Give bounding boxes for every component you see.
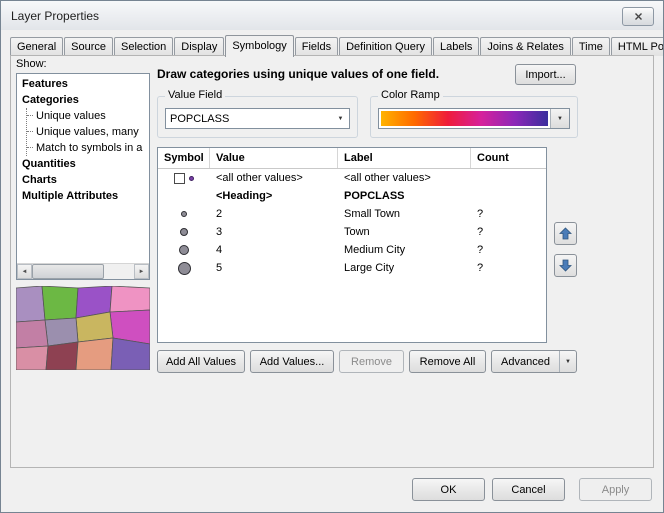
import-button[interactable]: Import... [515, 64, 576, 85]
point-symbol-icon[interactable] [178, 262, 191, 275]
point-symbol-icon[interactable] [189, 176, 194, 181]
scroll-right-icon[interactable]: ► [134, 264, 149, 279]
titlebar[interactable]: Layer Properties [1, 1, 663, 30]
table-row-3[interactable]: 3 Town ? [158, 223, 546, 241]
scroll-left-icon[interactable]: ◄ [17, 264, 32, 279]
show-item-charts[interactable]: Charts [17, 172, 149, 188]
tab-general[interactable]: General [10, 37, 63, 56]
value-field-group: Value Field POPCLASS ▼ [157, 96, 358, 138]
tab-fields[interactable]: Fields [295, 37, 338, 56]
tab-bar: General Source Selection Display Symbolo… [10, 34, 654, 56]
layer-properties-dialog: Layer Properties General Source Selectio… [0, 0, 664, 513]
dialog-footer: OK Cancel Apply [412, 478, 652, 501]
tab-time[interactable]: Time [572, 37, 610, 56]
page-title: Draw categories using unique values of o… [157, 67, 507, 81]
show-item-features[interactable]: Features [17, 76, 149, 92]
point-symbol-icon[interactable] [179, 245, 189, 255]
close-icon [634, 12, 643, 21]
chevron-down-icon[interactable]: ▼ [559, 351, 576, 372]
column-header-value[interactable]: Value [210, 148, 338, 168]
show-item-unique-values-many[interactable]: Unique values, many [27, 124, 149, 140]
show-label: Show: [16, 58, 47, 70]
categories-children: Unique values Unique values, many Match … [26, 108, 149, 156]
show-item-quantities[interactable]: Quantities [17, 156, 149, 172]
table-action-buttons: Add All Values Add Values... Remove Remo… [157, 350, 577, 373]
table-row-all-other-values[interactable]: <all other values> <all other values> [158, 169, 546, 187]
chevron-down-icon[interactable]: ▼ [332, 109, 349, 128]
tab-html-popup[interactable]: HTML Popup [611, 37, 664, 56]
table-row-5[interactable]: 5 Large City ? [158, 259, 546, 277]
close-button[interactable] [622, 7, 654, 26]
point-symbol-icon[interactable] [181, 211, 187, 217]
symbology-tab-page: Show: Features Categories Unique values … [10, 55, 654, 468]
add-values-button[interactable]: Add Values... [250, 350, 334, 373]
scrollbar-track[interactable] [32, 264, 134, 279]
window-title: Layer Properties [11, 9, 99, 23]
show-item-unique-values[interactable]: Unique values [27, 108, 149, 124]
tab-selection[interactable]: Selection [114, 37, 173, 56]
show-item-multiple-attributes[interactable]: Multiple Attributes [17, 188, 149, 204]
column-header-count[interactable]: Count [471, 148, 546, 168]
show-item-match-symbols[interactable]: Match to symbols in a [27, 140, 149, 156]
tab-labels[interactable]: Labels [433, 37, 479, 56]
color-ramp-preview [381, 111, 548, 126]
all-other-values-checkbox[interactable] [174, 173, 185, 184]
value-field-label: Value Field [165, 89, 225, 101]
color-ramp-combobox[interactable]: ▼ [378, 108, 570, 129]
arrow-down-icon [559, 259, 572, 272]
table-row-4[interactable]: 4 Medium City ? [158, 241, 546, 259]
tab-joins-relates[interactable]: Joins & Relates [480, 37, 570, 56]
show-listbox: Features Categories Unique values Unique… [16, 73, 150, 280]
remove-button: Remove [339, 350, 404, 373]
value-field-value: POPCLASS [166, 113, 332, 125]
table-header: Symbol Value Label Count [158, 148, 546, 169]
move-down-button[interactable] [554, 254, 577, 277]
scrollbar-thumb[interactable] [32, 264, 104, 279]
add-all-values-button[interactable]: Add All Values [157, 350, 245, 373]
horizontal-scrollbar[interactable]: ◄ ► [17, 263, 149, 279]
value-field-combobox[interactable]: POPCLASS ▼ [165, 108, 350, 129]
column-header-symbol[interactable]: Symbol [158, 148, 210, 168]
color-ramp-group: Color Ramp ▼ [370, 96, 578, 138]
tab-source[interactable]: Source [64, 37, 113, 56]
tab-symbology[interactable]: Symbology [225, 35, 293, 57]
cancel-button[interactable]: Cancel [492, 478, 565, 501]
color-ramp-label: Color Ramp [378, 89, 443, 101]
ok-button[interactable]: OK [412, 478, 485, 501]
table-row-2[interactable]: 2 Small Town ? [158, 205, 546, 223]
arrow-up-icon [559, 227, 572, 240]
apply-button: Apply [579, 478, 652, 501]
map-preview [16, 286, 150, 370]
point-symbol-icon[interactable] [180, 228, 188, 236]
unique-values-table: Symbol Value Label Count <all other valu… [157, 147, 547, 343]
table-row-heading[interactable]: <Heading> POPCLASS [158, 187, 546, 205]
show-item-categories[interactable]: Categories [17, 92, 149, 108]
remove-all-button[interactable]: Remove All [409, 350, 486, 373]
tab-display[interactable]: Display [174, 37, 224, 56]
chevron-down-icon[interactable]: ▼ [550, 109, 569, 128]
move-up-button[interactable] [554, 222, 577, 245]
tab-definition-query[interactable]: Definition Query [339, 37, 432, 56]
advanced-button[interactable]: Advanced ▼ [491, 350, 577, 373]
column-header-label[interactable]: Label [338, 148, 471, 168]
